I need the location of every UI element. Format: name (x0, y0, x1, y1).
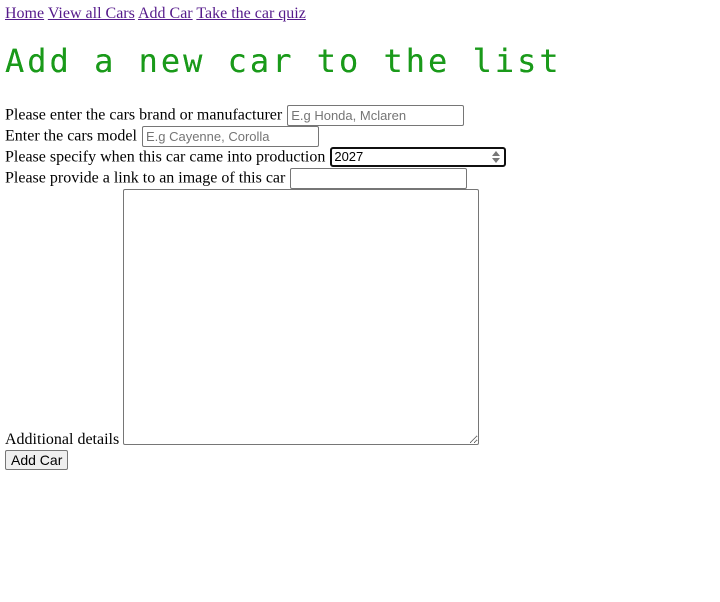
year-row: Please specify when this car came into p… (5, 147, 507, 168)
image-row: Please provide a link to an image of thi… (5, 168, 468, 189)
year-spinner[interactable] (492, 151, 501, 164)
brand-label: Please enter the cars brand or manufactu… (5, 106, 283, 124)
image-link-label: Please provide a link to an image of thi… (5, 169, 286, 187)
brand-input[interactable] (287, 105, 465, 126)
spinner-down-icon[interactable] (492, 158, 501, 164)
model-input[interactable] (141, 126, 319, 147)
image-link-input[interactable] (290, 168, 468, 189)
nav-link-car-quiz[interactable]: Take the car quiz (196, 5, 305, 22)
top-nav: Home View all Cars Add Car Take the car … (5, 5, 306, 23)
nav-link-home[interactable]: Home (5, 5, 44, 22)
brand-row: Please enter the cars brand or manufactu… (5, 105, 465, 126)
add-car-button[interactable]: Add Car (5, 450, 69, 470)
page-title: Add a new car to the list (5, 42, 562, 80)
details-textarea[interactable] (123, 189, 479, 445)
year-label: Please specify when this car came into p… (5, 148, 326, 166)
year-value: 2027 (334, 149, 364, 165)
nav-link-view-all-cars[interactable]: View all Cars (48, 5, 135, 22)
model-label: Enter the cars model (5, 127, 137, 145)
spinner-up-icon[interactable] (492, 151, 501, 157)
nav-link-add-car[interactable]: Add Car (138, 5, 193, 22)
year-number-input[interactable]: 2027 (330, 147, 507, 168)
model-row: Enter the cars model (5, 126, 319, 147)
details-label: Additional details (5, 431, 120, 448)
